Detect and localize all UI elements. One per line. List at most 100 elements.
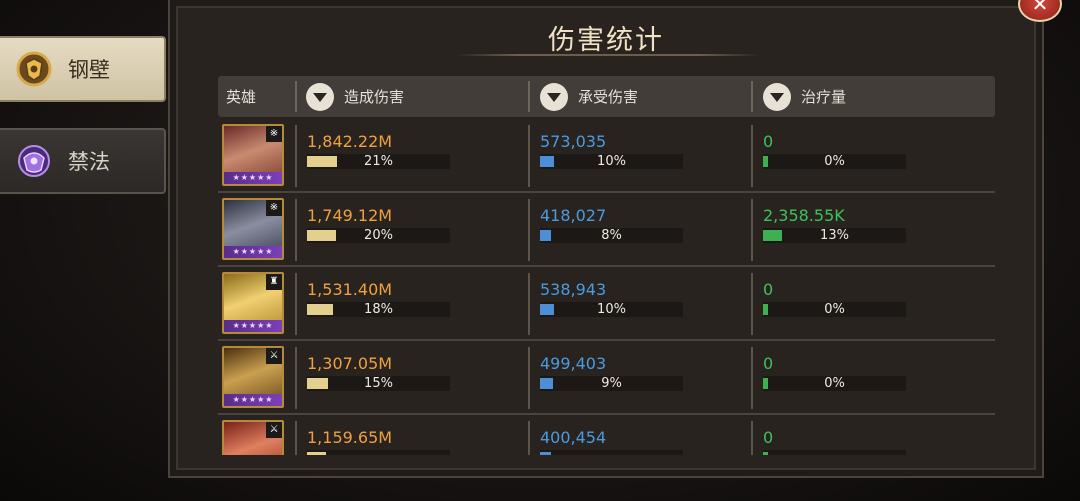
table-row[interactable]: ※ ★★★★★ 1,749.12M 20% 418,027 8% 2,358.5… [218, 193, 995, 267]
tab-forbidden-arts[interactable]: 禁法 [0, 128, 166, 194]
healing-bar [763, 450, 906, 455]
hero-class-icon: ⚔ [266, 348, 282, 364]
damage-dealt-value: 1,749.12M [307, 206, 393, 225]
damage-dealt-bar: 21% [307, 154, 450, 169]
damage-taken-value: 418,027 [540, 206, 607, 225]
healing-percent: 0% [824, 302, 845, 317]
damage-dealt-stat: 1,842.22M 21% [307, 133, 450, 169]
sort-dropdown-icon[interactable] [540, 82, 568, 111]
hero-portrait[interactable]: ※ ★★★★★ [222, 124, 284, 186]
row-divider [295, 125, 297, 187]
hero-stats-list[interactable]: ※ ★★★★★ 1,842.22M 21% 573,035 10% 0 0% ※… [218, 118, 995, 455]
damage-taken-value: 573,035 [540, 132, 607, 151]
damage-dealt-stat: 1,531.40M 18% [307, 281, 450, 317]
column-label: 造成伤害 [344, 88, 405, 106]
column-damage-taken[interactable]: 承受伤害 [540, 76, 638, 117]
damage-taken-percent: 10% [597, 154, 626, 169]
column-label: 治疗量 [801, 88, 847, 106]
star-rating: ★★★★★ [224, 246, 282, 258]
damage-taken-stat: 573,035 10% [540, 133, 683, 169]
damage-taken-value: 499,403 [540, 354, 607, 373]
purple-crest-icon [14, 141, 54, 181]
table-row[interactable]: ⚔ ★★★★★ 1,307.05M 15% 499,403 9% 0 0% [218, 341, 995, 415]
damage-dealt-percent: 20% [364, 228, 393, 243]
damage-dealt-bar [307, 450, 450, 455]
damage-dealt-stat: 1,307.05M 15% [307, 355, 450, 391]
damage-dealt-fill [307, 452, 326, 455]
damage-dealt-bar: 20% [307, 228, 450, 243]
damage-taken-value: 538,943 [540, 280, 607, 299]
table-row[interactable]: ※ ★★★★★ 1,842.22M 21% 573,035 10% 0 0% [218, 119, 995, 193]
healing-stat: 0 [763, 429, 906, 455]
healing-percent: 0% [824, 154, 845, 169]
header-divider [751, 81, 753, 112]
row-divider [528, 125, 530, 187]
healing-value: 0 [763, 428, 774, 447]
row-divider [295, 199, 297, 261]
damage-dealt-stat: 1,749.12M 20% [307, 207, 450, 243]
row-divider [295, 273, 297, 335]
hero-class-icon: ※ [266, 126, 282, 142]
star-rating: ★★★★★ [224, 172, 282, 184]
tab-label: 禁法 [68, 150, 110, 174]
healing-value: 0 [763, 280, 774, 299]
healing-bar: 0% [763, 302, 906, 317]
damage-dealt-percent: 21% [364, 154, 393, 169]
healing-value: 2,358.55K [763, 206, 845, 225]
row-divider [528, 199, 530, 261]
healing-stat: 0 0% [763, 355, 906, 391]
row-divider [751, 421, 753, 455]
damage-dealt-bar: 18% [307, 302, 450, 317]
damage-dealt-value: 1,307.05M [307, 354, 393, 373]
sort-dropdown-icon[interactable] [763, 82, 791, 111]
row-divider [295, 421, 297, 455]
row-divider [528, 347, 530, 409]
damage-dealt-value: 1,842.22M [307, 132, 393, 151]
row-divider [751, 125, 753, 187]
damage-taken-stat: 499,403 9% [540, 355, 683, 391]
hero-portrait[interactable]: ※ ★★★★★ [222, 198, 284, 260]
damage-dealt-percent: 18% [364, 302, 393, 317]
damage-dealt-bar: 15% [307, 376, 450, 391]
damage-taken-percent: 10% [597, 302, 626, 317]
damage-taken-stat: 418,027 8% [540, 207, 683, 243]
column-damage-dealt[interactable]: 造成伤害 [306, 76, 404, 117]
tab-label: 钢壁 [68, 58, 110, 82]
damage-taken-bar: 10% [540, 302, 683, 317]
row-divider [528, 421, 530, 455]
header-divider [295, 81, 297, 112]
tab-steel-wall[interactable]: 钢壁 [0, 36, 166, 102]
hero-portrait[interactable]: ⚔ ★★★★★ [222, 420, 284, 455]
table-row[interactable]: ♜ ★★★★★ 1,531.40M 18% 538,943 10% 0 0% [218, 267, 995, 341]
healing-stat: 0 0% [763, 133, 906, 169]
hero-portrait[interactable]: ♜ ★★★★★ [222, 272, 284, 334]
title-divider [455, 54, 761, 56]
damage-taken-percent: 9% [601, 376, 622, 391]
panel-title: 伤害统计 [548, 25, 664, 56]
hero-class-icon: ♜ [266, 274, 282, 290]
row-divider [751, 199, 753, 261]
close-icon: ✕ [1031, 0, 1049, 16]
damage-taken-bar: 9% [540, 376, 683, 391]
hero-class-icon: ⚔ [266, 422, 282, 438]
row-divider [295, 347, 297, 409]
healing-fill [763, 452, 768, 455]
healing-stat: 2,358.55K 13% [763, 207, 906, 243]
sort-dropdown-icon[interactable] [306, 82, 334, 111]
damage-taken-value: 400,454 [540, 428, 607, 447]
healing-value: 0 [763, 132, 774, 151]
healing-bar: 13% [763, 228, 906, 243]
hero-portrait[interactable]: ⚔ ★★★★★ [222, 346, 284, 408]
table-row[interactable]: ⚔ ★★★★★ 1,159.65M 400,454 0 [218, 415, 995, 455]
healing-bar: 0% [763, 154, 906, 169]
column-healing[interactable]: 治疗量 [763, 76, 846, 117]
damage-taken-bar: 10% [540, 154, 683, 169]
healing-percent: 0% [824, 376, 845, 391]
table-header: 英雄 造成伤害 承受伤害 治疗量 [218, 76, 995, 117]
damage-taken-stat: 538,943 10% [540, 281, 683, 317]
damage-taken-bar [540, 450, 683, 455]
damage-dealt-value: 1,159.65M [307, 428, 393, 447]
column-hero: 英雄 [226, 88, 257, 106]
damage-dealt-stat: 1,159.65M [307, 429, 450, 455]
row-divider [751, 347, 753, 409]
